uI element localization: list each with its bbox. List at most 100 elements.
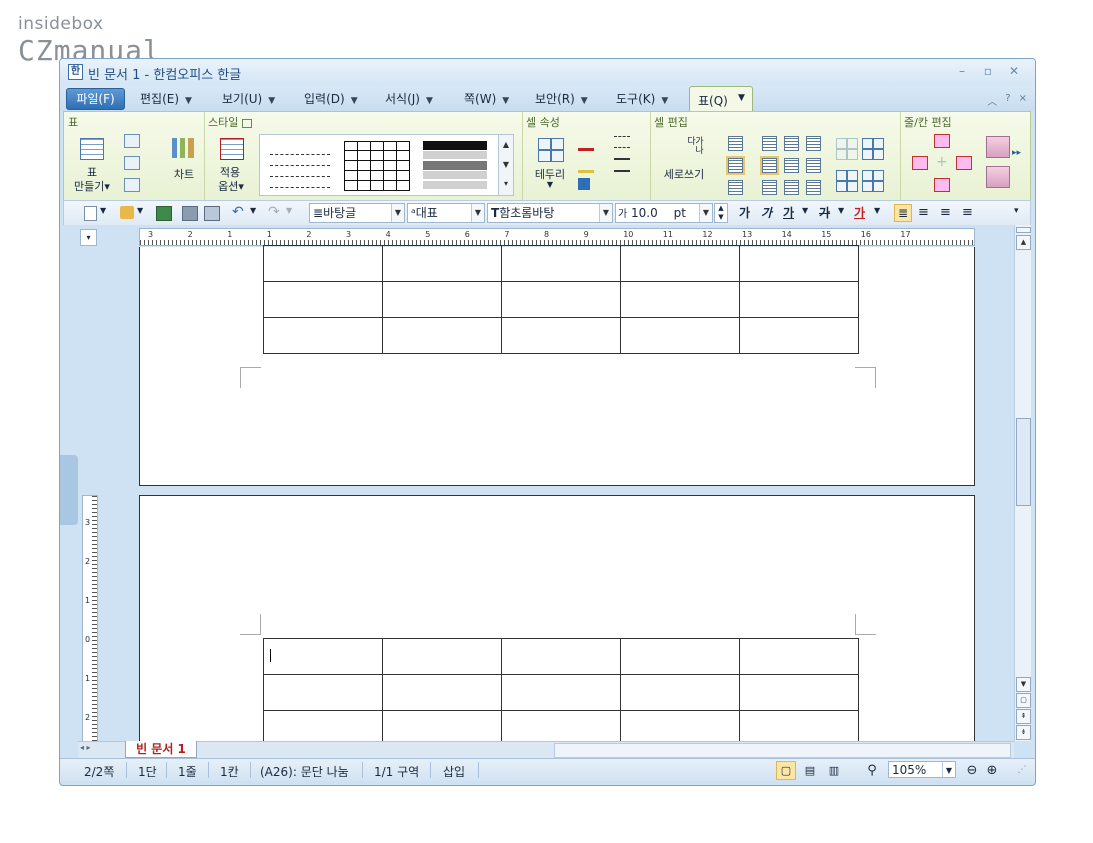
table-cell[interactable] [382, 674, 502, 711]
align-center-icon[interactable] [784, 158, 799, 173]
align-bottom-icon[interactable] [728, 180, 743, 195]
insert-col-right-icon[interactable] [956, 156, 972, 170]
vertical-ruler[interactable]: 3 2 1 0 1 2 [82, 495, 98, 742]
pen-color-icon[interactable] [578, 134, 594, 151]
style-grid-black[interactable] [344, 141, 410, 191]
align-center-left-icon[interactable] [760, 156, 779, 175]
chevron-down-icon[interactable]: ▼ [250, 206, 264, 219]
new-doc-icon[interactable] [84, 206, 97, 221]
font-select[interactable]: T함초롬바탕 ▼ [487, 203, 613, 223]
table-cell[interactable] [739, 638, 859, 675]
align-justify-icon[interactable]: ≣ [894, 204, 912, 222]
restore-button[interactable]: ▫ [977, 62, 999, 80]
menu-tools[interactable]: 도구(K) ▼ [616, 90, 668, 107]
align-center-text-icon[interactable]: ≡ [940, 206, 954, 219]
table-cell[interactable] [620, 281, 740, 318]
chevron-down-icon[interactable]: ▼ [471, 204, 484, 222]
chevron-down-icon[interactable]: ▼ [137, 206, 151, 219]
menu-insert[interactable]: 입력(D) ▼ [304, 90, 358, 107]
align-center-right-icon[interactable] [806, 158, 821, 173]
scroll-down-icon[interactable]: ▼ [1016, 677, 1031, 692]
ribbon-close-button[interactable]: × [1019, 93, 1027, 108]
expand-icon[interactable]: ▾ [499, 175, 513, 193]
chevron-down-icon[interactable]: ▼ [874, 206, 888, 219]
menu-view[interactable]: 보기(U) ▼ [222, 90, 275, 107]
font-color-button[interactable]: 가 [854, 204, 865, 221]
chevron-down-icon[interactable]: ▼ [100, 206, 114, 219]
menu-format[interactable]: 서식(J) ▼ [385, 90, 433, 107]
merge-cells-icon[interactable] [836, 138, 858, 160]
table-cell[interactable] [739, 674, 859, 711]
search-icon[interactable]: ⚲ [862, 761, 882, 780]
chevron-down-icon[interactable]: ▼ [286, 206, 300, 219]
help-button[interactable]: ? [1005, 93, 1010, 108]
align-bottom-center-icon[interactable] [784, 180, 799, 195]
align-left-icon[interactable]: ≡ [918, 206, 932, 219]
chevron-up-icon[interactable]: ▲ [499, 135, 513, 155]
menu-edit[interactable]: 편집(E) ▼ [140, 90, 192, 107]
dialog-launcher-icon[interactable] [242, 118, 253, 128]
table-cell[interactable] [501, 638, 621, 675]
table-cell[interactable] [263, 638, 383, 675]
print-preview-icon[interactable] [204, 206, 220, 221]
zoom-out-icon[interactable]: ⊖ [962, 761, 982, 780]
page-view-icon[interactable]: ▢ [776, 761, 796, 780]
file-menu-button[interactable]: 파일(F) [66, 88, 125, 110]
align-middle-icon[interactable] [726, 156, 745, 175]
zoom-in-icon[interactable]: ⊕ [982, 761, 1002, 780]
table-page2[interactable] [263, 638, 859, 747]
align-top-right-icon[interactable] [806, 136, 821, 151]
table-cell[interactable] [620, 245, 740, 282]
make-table-label-2[interactable]: 만들기▾ [67, 178, 117, 194]
normal-view-icon[interactable]: ▤ [800, 761, 820, 780]
resize-grip-icon[interactable]: ⋰ [1012, 761, 1032, 780]
page-1[interactable] [139, 245, 975, 486]
style-grid-gray[interactable] [423, 141, 487, 189]
vertical-text-icon[interactable]: 가나다 [672, 136, 703, 162]
fill-color-icon[interactable] [578, 156, 594, 173]
split-handle[interactable] [1016, 227, 1031, 233]
chevron-down-icon[interactable]: ▼ [391, 204, 404, 222]
next-page-icon[interactable]: ⇟ [1016, 725, 1031, 740]
close-button[interactable]: ✕ [1003, 62, 1025, 80]
table-grid-icon[interactable] [80, 138, 104, 160]
chevron-down-icon[interactable]: ▼ [544, 180, 556, 189]
chevron-down-icon[interactable]: ▼ [838, 206, 852, 219]
ribbon-more-icon[interactable]: ▸▸ [1012, 148, 1021, 158]
table-cell[interactable] [382, 317, 502, 354]
erase-table-icon[interactable] [124, 156, 140, 170]
undo-icon[interactable]: ↶ [232, 205, 246, 219]
toolbar-more-icon[interactable]: ▾ [1014, 206, 1028, 219]
redo-icon[interactable]: ↷ [268, 205, 282, 219]
page-select-icon[interactable]: ▢ [1016, 693, 1031, 708]
prev-page-icon[interactable]: ⇞ [1016, 709, 1031, 724]
cell-grid-icon[interactable] [836, 170, 858, 192]
table-cell[interactable] [382, 245, 502, 282]
print-icon[interactable] [182, 206, 198, 221]
underline-button[interactable]: 가 [783, 204, 794, 221]
scroll-thumb[interactable] [1016, 418, 1031, 506]
insert-row-above-icon[interactable] [934, 134, 950, 148]
outline-view-icon[interactable]: ▥ [824, 761, 844, 780]
minimize-button[interactable]: – [951, 62, 973, 80]
horizontal-ruler[interactable]: 3 2 1 1 2 3 4 5 6 7 8 9 10 11 12 13 14 15 16 17 [139, 228, 975, 246]
menu-page[interactable]: 쪽(W) ▼ [464, 90, 509, 107]
style-select[interactable]: ≣바탕글 ▼ [309, 203, 405, 223]
menu-security[interactable]: 보안(R) ▼ [535, 90, 588, 107]
table-cell[interactable] [501, 317, 621, 354]
table-page1[interactable] [263, 245, 859, 354]
language-select[interactable]: ᵃ대표 ▼ [407, 203, 485, 223]
apply-label-2[interactable]: 옵션▾ [210, 178, 252, 194]
table-cell[interactable] [739, 281, 859, 318]
font-size-input[interactable]: 가 10.0 pt ▼ [615, 203, 713, 223]
insert-col-left-icon[interactable] [912, 156, 928, 170]
side-panel-handle[interactable] [60, 455, 78, 525]
table-cell[interactable] [620, 638, 740, 675]
strike-button[interactable]: 가 [819, 204, 830, 221]
border-icon[interactable] [538, 138, 564, 162]
table-option-icon[interactable] [124, 178, 140, 192]
align-top-center-icon[interactable] [784, 136, 799, 151]
table-cell[interactable] [501, 281, 621, 318]
chevron-down-icon[interactable]: ▼ [942, 762, 955, 777]
chevron-down-icon[interactable]: ▼ [599, 204, 612, 222]
